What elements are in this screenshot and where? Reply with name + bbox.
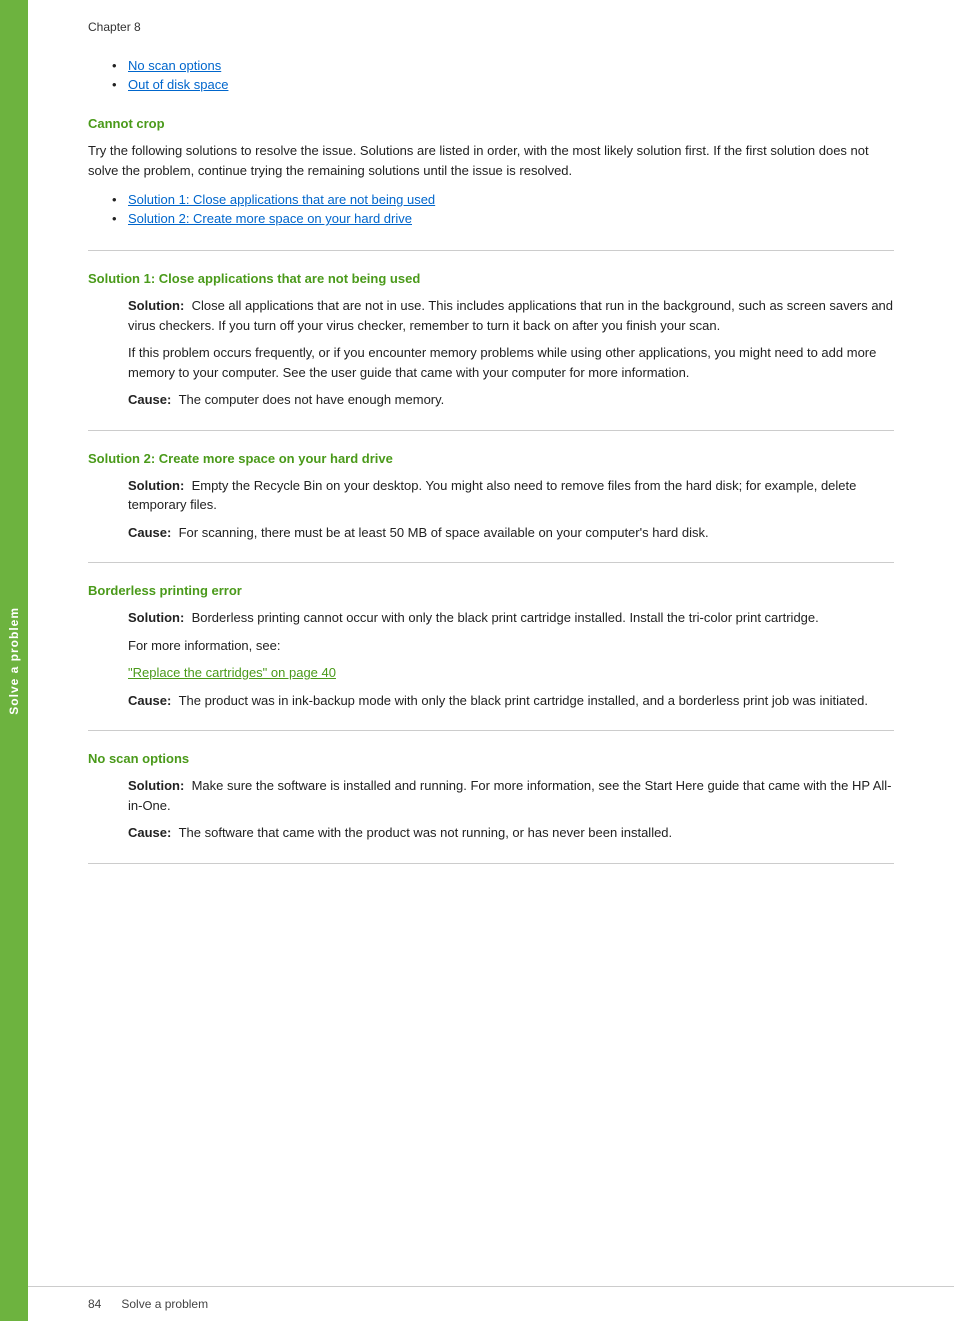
cannot-crop-intro: Try the following solutions to resolve t… (88, 141, 894, 180)
borderless-block: Solution: Borderless printing cannot occ… (88, 608, 894, 710)
solution1-section: Solution 1: Close applications that are … (88, 271, 894, 410)
chapter-header: Chapter 8 (88, 20, 894, 34)
borderless-more-info: For more information, see: (128, 636, 894, 656)
divider-4 (88, 730, 894, 731)
solution2-cause-label: Cause: (128, 525, 171, 540)
solution2-label: Solution: (128, 478, 184, 493)
borderless-title: Borderless printing error (88, 583, 894, 598)
solution2-body: Empty the Recycle Bin on your desktop. Y… (128, 478, 856, 513)
list-item: Solution 1: Close applications that are … (128, 192, 894, 207)
borderless-solution-text: Solution: Borderless printing cannot occ… (128, 608, 894, 628)
solution2-text: Solution: Empty the Recycle Bin on your … (128, 476, 894, 515)
solution1-text2: If this problem occurs frequently, or if… (128, 343, 894, 382)
solution1-title: Solution 1: Close applications that are … (88, 271, 894, 286)
cannot-crop-title: Cannot crop (88, 116, 894, 131)
sidebar-label: Solve a problem (7, 607, 21, 715)
borderless-solution-label: Solution: (128, 610, 184, 625)
solution1-text: Solution: Close all applications that ar… (128, 296, 894, 335)
borderless-cause: Cause: The product was in ink-backup mod… (128, 691, 894, 711)
divider-5 (88, 863, 894, 864)
borderless-solution-body: Borderless printing cannot occur with on… (192, 610, 819, 625)
toc-link-disk-space[interactable]: Out of disk space (128, 77, 228, 92)
solution2-title: Solution 2: Create more space on your ha… (88, 451, 894, 466)
toc-link-no-scan[interactable]: No scan options (128, 58, 221, 73)
cannot-crop-section: Cannot crop Try the following solutions … (88, 116, 894, 226)
borderless-cause-body: The product was in ink-backup mode with … (179, 693, 868, 708)
solution1-cause-label: Cause: (128, 392, 171, 407)
borderless-link-line: "Replace the cartridges" on page 40 (128, 663, 894, 683)
solution2-cause: Cause: For scanning, there must be at le… (128, 523, 894, 543)
solution2-cause-body: For scanning, there must be at least 50 … (179, 525, 709, 540)
no-scan-section: No scan options Solution: Make sure the … (88, 751, 894, 843)
toc-list: No scan options Out of disk space (88, 58, 894, 92)
borderless-section: Borderless printing error Solution: Bord… (88, 583, 894, 710)
solution1-body: Close all applications that are not in u… (128, 298, 893, 333)
no-scan-title: No scan options (88, 751, 894, 766)
cannot-crop-link-2[interactable]: Solution 2: Create more space on your ha… (128, 211, 412, 226)
no-scan-cause-label: Cause: (128, 825, 171, 840)
list-item: Out of disk space (128, 77, 894, 92)
footer: 84 Solve a problem (28, 1286, 954, 1321)
sidebar: Solve a problem (0, 0, 28, 1321)
footer-title: Solve a problem (121, 1297, 208, 1311)
no-scan-solution-text: Solution: Make sure the software is inst… (128, 776, 894, 815)
no-scan-cause-body: The software that came with the product … (179, 825, 673, 840)
divider-2 (88, 430, 894, 431)
list-item: Solution 2: Create more space on your ha… (128, 211, 894, 226)
cannot-crop-link-1[interactable]: Solution 1: Close applications that are … (128, 192, 435, 207)
solution1-block: Solution: Close all applications that ar… (88, 296, 894, 410)
solution2-section: Solution 2: Create more space on your ha… (88, 451, 894, 543)
solution1-cause: Cause: The computer does not have enough… (128, 390, 894, 410)
divider-3 (88, 562, 894, 563)
footer-page-number: 84 (88, 1297, 101, 1311)
solution1-cause-body: The computer does not have enough memory… (179, 392, 445, 407)
no-scan-block: Solution: Make sure the software is inst… (88, 776, 894, 843)
list-item: No scan options (128, 58, 894, 73)
solution2-block: Solution: Empty the Recycle Bin on your … (88, 476, 894, 543)
solution1-label: Solution: (128, 298, 184, 313)
no-scan-cause: Cause: The software that came with the p… (128, 823, 894, 843)
divider-1 (88, 250, 894, 251)
page-content: Chapter 8 No scan options Out of disk sp… (28, 0, 954, 944)
cannot-crop-links-list: Solution 1: Close applications that are … (88, 192, 894, 226)
no-scan-solution-body: Make sure the software is installed and … (128, 778, 892, 813)
no-scan-solution-label: Solution: (128, 778, 184, 793)
replace-cartridges-link[interactable]: "Replace the cartridges" on page 40 (128, 665, 336, 680)
borderless-cause-label: Cause: (128, 693, 171, 708)
